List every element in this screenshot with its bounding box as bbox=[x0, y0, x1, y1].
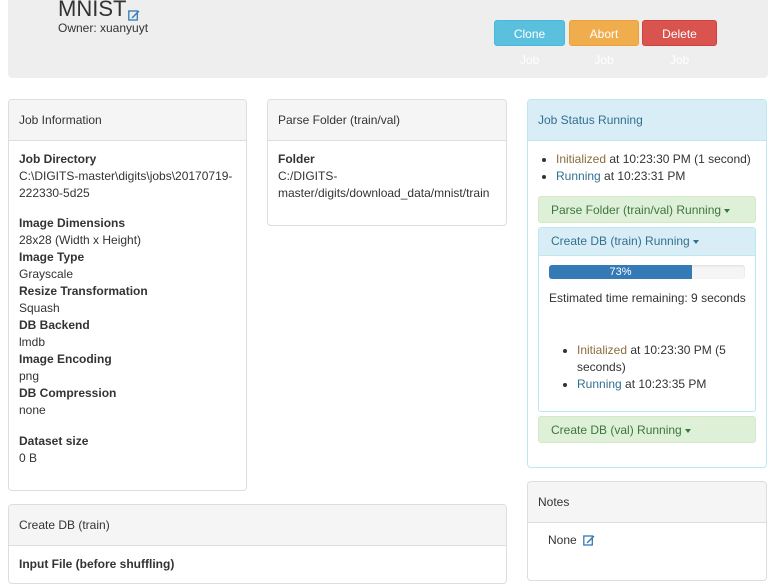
job-owner: Owner: xuanyuyt bbox=[58, 21, 149, 35]
job-directory-label: Job Directory bbox=[19, 152, 97, 166]
folder-path-line1: C:/DIGITS- bbox=[278, 169, 338, 183]
abort-job-button[interactable]: Abort Job bbox=[569, 20, 639, 67]
db-compression-value: none bbox=[19, 403, 46, 417]
page-title: MNIST bbox=[58, 0, 140, 22]
folder-path-line2: master/digits/download_data/mnist/train bbox=[278, 186, 490, 200]
create-db-train-panel: Create DB (train) Input File (before shu… bbox=[8, 504, 507, 584]
image-encoding-value: png bbox=[19, 369, 40, 383]
dataset-size-value: 0 B bbox=[19, 451, 38, 465]
notes-value: None bbox=[548, 533, 577, 547]
clone-job-button[interactable]: Clone Job bbox=[494, 20, 565, 67]
image-type-label: Image Type bbox=[19, 250, 85, 264]
image-dimensions-label: Image Dimensions bbox=[19, 216, 126, 230]
create-db-val-task[interactable]: Create DB (val) Running bbox=[538, 416, 756, 443]
parse-folder-task[interactable]: Parse Folder (train/val) Running bbox=[538, 196, 756, 223]
estimated-time: Estimated time remaining: 9 seconds bbox=[549, 291, 746, 305]
job-directory-line2: 222330-5d25 bbox=[19, 186, 90, 200]
notes-heading: Notes bbox=[528, 482, 766, 523]
create-db-train-task: Create DB (train) Running 73% Estimated … bbox=[538, 227, 756, 412]
job-title: MNIST bbox=[58, 0, 127, 21]
image-dimensions-value: 28x28 (Width x Height) bbox=[19, 233, 142, 247]
chevron-down-icon bbox=[692, 239, 699, 244]
parse-folder-panel: Parse Folder (train/val) Folder C:/DIGIT… bbox=[267, 99, 507, 226]
resize-transformation-label: Resize Transformation bbox=[19, 284, 148, 298]
image-type-value: Grayscale bbox=[19, 267, 74, 281]
folder-label: Folder bbox=[278, 152, 315, 166]
status-initialized-item: Initialized at 10:23:30 PM (1 second) bbox=[556, 151, 756, 168]
parse-folder-heading: Parse Folder (train/val) bbox=[268, 100, 506, 141]
job-information-heading: Job Information bbox=[9, 100, 246, 141]
create-db-train-task-header[interactable]: Create DB (train) Running bbox=[539, 228, 755, 256]
job-status-panel: Job Status Running Initialized at 10:23:… bbox=[527, 99, 767, 468]
job-directory-line1: C:\DIGITS-master\digits\jobs\20170719- bbox=[19, 169, 233, 183]
db-compression-label: DB Compression bbox=[19, 386, 117, 400]
notes-panel: Notes None bbox=[527, 481, 767, 581]
train-status-list: Initialized at 10:23:30 PM (5 seconds) R… bbox=[539, 342, 744, 393]
resize-transformation-value: Squash bbox=[19, 301, 60, 315]
status-running-item: Running at 10:23:31 PM bbox=[556, 168, 756, 185]
delete-job-button[interactable]: Delete Job bbox=[642, 20, 717, 67]
db-backend-label: DB Backend bbox=[19, 318, 90, 332]
progress-bar: 73% bbox=[549, 265, 745, 279]
job-information-panel: Job Information Job Directory C:\DIGITS-… bbox=[8, 99, 247, 491]
db-backend-value: lmdb bbox=[19, 335, 46, 349]
edit-notes-icon[interactable] bbox=[583, 534, 595, 546]
create-db-train-heading: Create DB (train) bbox=[9, 505, 506, 546]
chevron-down-icon bbox=[724, 208, 731, 213]
dataset-size-label: Dataset size bbox=[19, 434, 89, 448]
job-status-list: Initialized at 10:23:30 PM (1 second) Ru… bbox=[528, 151, 756, 185]
image-encoding-label: Image Encoding bbox=[19, 352, 112, 366]
train-running-item: Running at 10:23:35 PM bbox=[577, 376, 744, 393]
progress-bar-fill: 73% bbox=[549, 265, 693, 279]
chevron-down-icon bbox=[684, 428, 691, 433]
edit-icon[interactable] bbox=[128, 1, 140, 21]
job-status-heading: Job Status Running bbox=[528, 100, 766, 141]
train-initialized-item: Initialized at 10:23:30 PM (5 seconds) bbox=[577, 342, 744, 376]
